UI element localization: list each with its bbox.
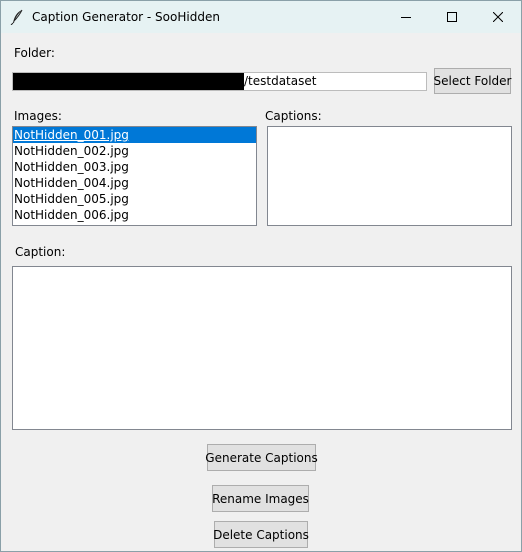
list-item[interactable]: NotHidden_006.jpg [13, 207, 256, 223]
maximize-icon [447, 12, 457, 22]
generate-captions-button[interactable]: Generate Captions [205, 444, 318, 471]
minimize-icon [401, 17, 411, 18]
minimize-button[interactable] [383, 1, 429, 33]
close-icon [493, 12, 503, 22]
folder-path-text: /testdataset [244, 74, 317, 88]
rename-images-button[interactable]: Rename Images [212, 485, 309, 512]
caption-textarea[interactable] [12, 266, 512, 430]
window-title: Caption Generator - SooHidden [32, 10, 220, 24]
list-item[interactable]: NotHidden_001.jpg [13, 127, 256, 143]
folder-label: Folder: [14, 46, 55, 60]
list-item[interactable]: NotHidden_004.jpg [13, 175, 256, 191]
captions-label: Captions: [265, 109, 322, 123]
list-item[interactable]: NotHidden_003.jpg [13, 159, 256, 175]
app-window: Caption Generator - SooHidden Folder: /t… [0, 0, 522, 552]
select-folder-button[interactable]: Select Folder [434, 68, 511, 94]
title-bar[interactable]: Caption Generator - SooHidden [1, 1, 521, 33]
images-listbox[interactable]: NotHidden_001.jpg NotHidden_002.jpg NotH… [12, 126, 257, 226]
list-item[interactable]: NotHidden_005.jpg [13, 191, 256, 207]
folder-path-field[interactable]: /testdataset [12, 72, 427, 91]
list-item[interactable]: NotHidden_002.jpg [13, 143, 256, 159]
feather-icon [10, 9, 24, 26]
close-button[interactable] [475, 1, 521, 33]
redacted-path-block [13, 73, 244, 90]
images-label: Images: [14, 109, 62, 123]
caption-label: Caption: [15, 245, 66, 259]
maximize-button[interactable] [429, 1, 475, 33]
delete-captions-button[interactable]: Delete Captions [213, 521, 309, 548]
captions-listbox[interactable] [267, 126, 512, 226]
